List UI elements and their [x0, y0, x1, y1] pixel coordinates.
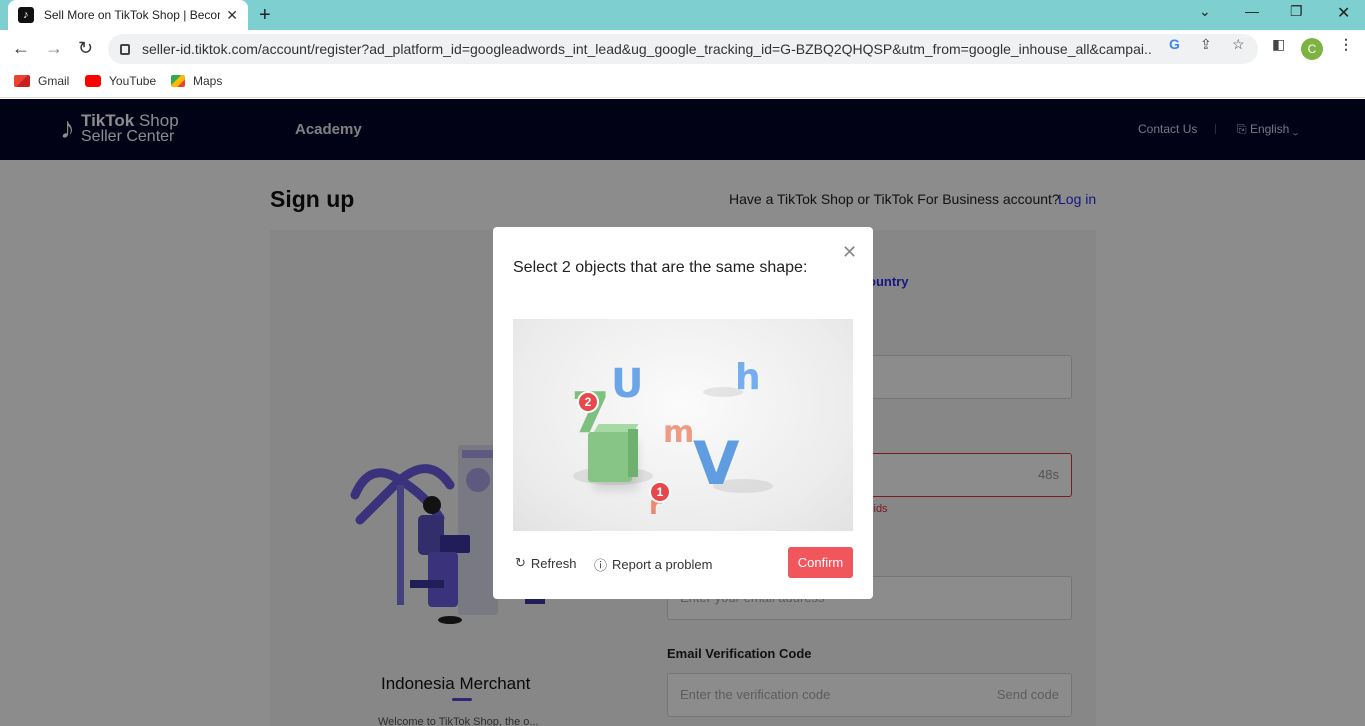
share-icon[interactable]: ⇪: [1200, 36, 1212, 53]
profile-avatar[interactable]: C: [1301, 38, 1323, 60]
letter-v-object[interactable]: V: [693, 429, 739, 499]
refresh-icon: ↻: [515, 555, 526, 570]
captcha-prompt: Select 2 objects that are the same shape…: [513, 259, 808, 276]
cube-side: [628, 429, 638, 477]
refresh-label: Refresh: [530, 555, 577, 571]
confirm-button[interactable]: Confirm: [788, 547, 853, 578]
browser-tab-bar: ♪ Sell More on TikTok Shop | Becom ✕ + ⌄…: [0, 0, 1365, 30]
google-icon[interactable]: G: [1169, 36, 1180, 52]
bookmark-label: Maps: [193, 74, 223, 88]
address-bar[interactable]: seller-id.tiktok.com/account/register?ad…: [108, 34, 1258, 64]
close-window-button[interactable]: ✕: [1337, 3, 1350, 23]
bookmark-label: YouTube: [109, 74, 157, 88]
letter-m-object[interactable]: m: [663, 415, 694, 450]
bookmark-maps[interactable]: Maps: [171, 74, 222, 88]
gmail-icon: [14, 75, 30, 87]
tab-search-icon[interactable]: ⌄: [1199, 3, 1211, 20]
captcha-modal: ✕ Select 2 objects that are the same sha…: [493, 227, 873, 599]
side-panel-icon[interactable]: ◧: [1272, 36, 1285, 53]
report-problem-button[interactable]: ⓘ Report a problem: [594, 555, 712, 574]
report-label: Report a problem: [612, 557, 713, 572]
bookmark-label: Gmail: [38, 74, 70, 88]
close-tab-icon[interactable]: ✕: [226, 7, 238, 24]
restore-button[interactable]: ❐: [1290, 3, 1303, 20]
bookmarks-bar: Gmail YouTube Maps: [0, 68, 1365, 98]
new-tab-button[interactable]: +: [259, 4, 271, 27]
maps-icon: [171, 75, 185, 87]
tiktok-favicon-icon: ♪: [18, 7, 34, 23]
selection-marker-2[interactable]: 2: [577, 391, 599, 413]
info-circle-icon: ⓘ: [594, 558, 608, 573]
browser-tab[interactable]: ♪ Sell More on TikTok Shop | Becom ✕: [8, 0, 248, 30]
back-arrow-icon[interactable]: ←: [12, 38, 30, 59]
bookmark-star-icon[interactable]: ☆: [1232, 36, 1245, 53]
reload-icon[interactable]: ↻: [78, 38, 93, 59]
browser-toolbar: ← → ↻ seller-id.tiktok.com/account/regis…: [0, 30, 1365, 68]
minimize-button[interactable]: —: [1245, 3, 1259, 19]
selection-marker-1[interactable]: 1: [649, 481, 671, 503]
bookmark-gmail[interactable]: Gmail: [14, 74, 69, 88]
close-icon[interactable]: ✕: [842, 242, 857, 263]
captcha-image[interactable]: U h 7 m V r 2 1: [513, 319, 853, 531]
refresh-button[interactable]: ↻ Refresh: [515, 555, 576, 571]
youtube-icon: [85, 75, 101, 87]
forward-arrow-icon[interactable]: →: [45, 38, 63, 59]
url-text[interactable]: seller-id.tiktok.com/account/register?ad…: [142, 41, 1152, 57]
lock-icon[interactable]: [120, 43, 130, 55]
green-cube-object[interactable]: [588, 432, 632, 482]
letter-h-object[interactable]: h: [735, 357, 761, 398]
bookmark-youtube[interactable]: YouTube: [85, 74, 156, 88]
tab-title: Sell More on TikTok Shop | Becom: [43, 8, 221, 22]
letter-u-object[interactable]: U: [611, 361, 643, 407]
menu-kebab-icon[interactable]: ⋮: [1339, 36, 1353, 53]
